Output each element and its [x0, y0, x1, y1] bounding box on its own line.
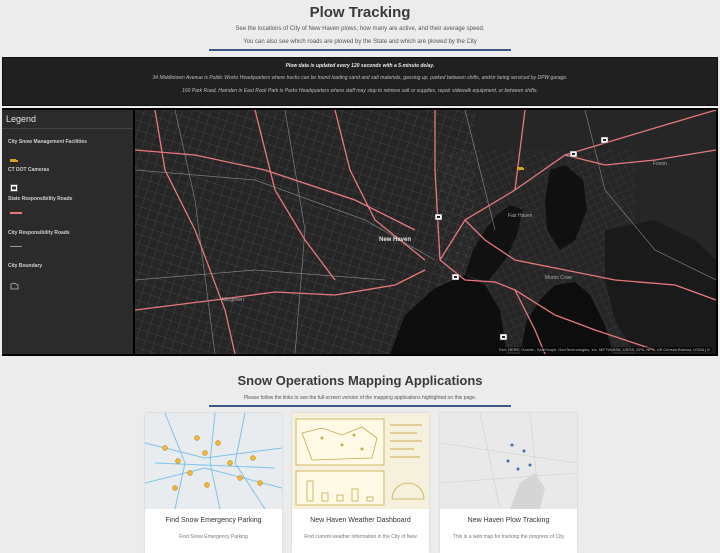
page-subtitle: See the locations of City of New Haven p…: [235, 26, 485, 32]
camera-icon: [10, 179, 18, 197]
legend-label-city-roads: City Responsibility Roads: [8, 230, 70, 236]
apps-section: Snow Operations Mapping Applications Ple…: [0, 358, 720, 553]
app-card-snow-parking[interactable]: Find Snow Emergency Parking Find Snow Em…: [145, 413, 282, 553]
place-label-allingtown: Allingtown: [221, 297, 244, 303]
app-card-description: Find current weather information in the …: [304, 534, 417, 540]
legend-label-state-roads: State Responsibility Roads: [8, 196, 73, 202]
update-notice-line: Plow data is updated every 120 seconds w…: [285, 63, 435, 69]
page-header: Plow Tracking See the locations of City …: [0, 0, 720, 56]
snow-facility-marker: [517, 167, 524, 170]
basemap-roads: [135, 110, 716, 354]
app-card-title[interactable]: Find Snow Emergency Parking: [145, 517, 282, 524]
legend-label-boundary: City Boundary: [8, 263, 43, 269]
plow-tracking-map[interactable]: New Haven Fair Haven Morris Cove Allingt…: [135, 110, 716, 354]
app-card-weather-dashboard[interactable]: New Haven Weather Dashboard Find current…: [292, 413, 429, 553]
dpw-headquarters-note: 34 Middletown Avenue is Public Works Hea…: [152, 75, 568, 81]
apps-title-underline: [209, 405, 511, 407]
polygon-outline-icon: [10, 277, 19, 295]
legend-divider: [2, 128, 133, 129]
app-card-description: Find Snow Emergency Parking: [179, 534, 248, 540]
page-title: Plow Tracking: [309, 4, 411, 21]
place-label-morris-cove: Morris Cove: [545, 275, 572, 281]
app-card-description: This is a web map for tracking the progr…: [452, 534, 565, 540]
weather-dashboard-thumbnail: [292, 413, 429, 509]
apps-section-subtitle: Please follow the links to see the full-…: [243, 395, 477, 401]
apps-section-title: Snow Operations Mapping Applications: [237, 373, 483, 388]
legend-label-cameras: CT DOT Cameras: [8, 167, 50, 173]
update-notice-panel: Plow data is updated every 120 seconds w…: [2, 57, 718, 106]
place-label-fair-haven: Fair Haven: [508, 213, 533, 219]
legend-label-facilities: City Snow Management Facilities: [8, 139, 87, 145]
map-attribution[interactable]: Esri, HERE, Garmin, SafeGraph, GeoTechno…: [496, 347, 712, 352]
state-road-swatch: [10, 212, 22, 214]
city-road-swatch: [10, 246, 22, 247]
snow-parking-thumbnail: [145, 413, 282, 509]
place-label-foxon: Foxon: [653, 161, 667, 167]
page-subtitle-2: You can also see which roads are plowed …: [243, 39, 477, 45]
legend-heading: Legend: [6, 114, 37, 124]
parks-headquarters-note: 160 Park Road, Hamden in East Rock Park …: [182, 88, 538, 94]
plow-tracking-thumbnail: [440, 413, 577, 509]
app-card-title[interactable]: New Haven Weather Dashboard: [292, 517, 429, 524]
map-legend: Legend City Snow Management Facilities C…: [2, 110, 133, 354]
app-card-title[interactable]: New Haven Plow Tracking: [440, 517, 577, 524]
title-underline: [209, 49, 511, 51]
app-card-plow-tracking[interactable]: New Haven Plow Tracking This is a web ma…: [440, 413, 577, 553]
place-label-new-haven: New Haven: [379, 237, 412, 243]
